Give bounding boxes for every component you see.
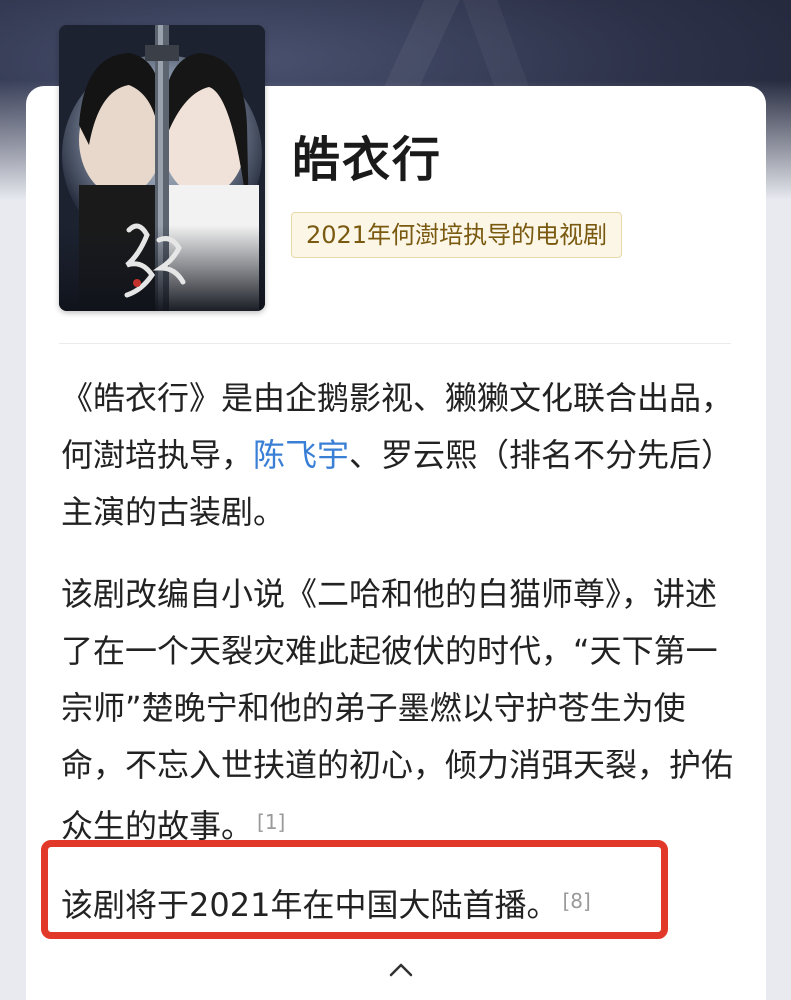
- entry-title: 皓衣行: [292, 132, 443, 188]
- collapse-button[interactable]: [383, 955, 419, 985]
- highlight-annotation-box: [41, 840, 668, 939]
- intro-paragraph: 《皓衣行》是由企鹅影视、獭獭文化联合出品，何澍培执导，陈飞宇、罗云熙（排名不分先…: [61, 370, 733, 541]
- poster-image[interactable]: [59, 25, 265, 311]
- poster-artwork: [59, 25, 265, 311]
- chevron-up-icon: [389, 963, 413, 977]
- header-divider: [59, 343, 731, 344]
- plot-paragraph: 该剧改编自小说《二哈和他的白猫师尊》，讲述了在一个天裂灾难此起彼伏的时代，“天下…: [61, 566, 733, 855]
- actor-link[interactable]: 陈飞宇: [253, 436, 349, 474]
- plot-text: 该剧改编自小说《二哈和他的白猫师尊》，讲述了在一个天裂灾难此起彼伏的时代，“天下…: [61, 575, 734, 845]
- citation-1[interactable]: [1]: [257, 810, 285, 834]
- entry-subtitle-tag: 2021年何澍培执导的电视剧: [291, 212, 623, 258]
